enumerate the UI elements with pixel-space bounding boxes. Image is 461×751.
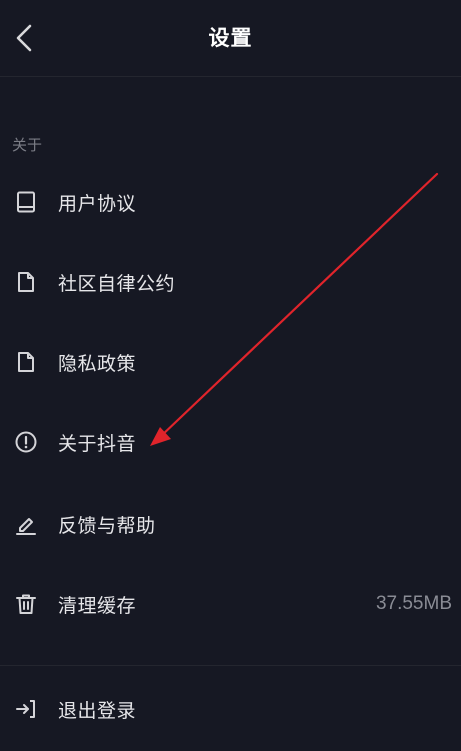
menu-item-label: 关于抖音 (58, 432, 137, 455)
menu-item-privacy-policy[interactable]: 隐私政策 (0, 332, 461, 392)
section-label-about: 关于 (12, 136, 43, 154)
menu-item-logout[interactable]: 退出登录 (0, 679, 461, 739)
document-icon (13, 349, 39, 375)
divider (0, 665, 461, 666)
cache-size-value: 37.55MB (375, 593, 452, 614)
trash-icon (13, 591, 39, 617)
page-title: 设置 (208, 26, 253, 50)
info-icon (13, 429, 39, 455)
menu-item-label: 隐私政策 (58, 352, 137, 375)
menu-item-label: 社区自律公约 (58, 272, 176, 295)
settings-screen: 设置 关于 用户协议 社区自律公约 隐私政策 关于抖音 反馈与帮助 清理缓存 3… (0, 0, 461, 751)
header-bar: 设置 (0, 0, 461, 77)
pencil-icon (13, 511, 39, 537)
menu-item-about-douyin[interactable]: 关于抖音 (0, 412, 461, 472)
menu-item-label: 用户协议 (58, 192, 137, 215)
menu-item-label: 退出登录 (58, 699, 137, 722)
menu-item-community-guidelines[interactable]: 社区自律公约 (0, 252, 461, 312)
menu-item-label: 反馈与帮助 (58, 514, 156, 537)
menu-item-user-agreement[interactable]: 用户协议 (0, 172, 461, 232)
menu-item-clear-cache[interactable]: 清理缓存 37.55MB (0, 574, 461, 634)
document-icon (13, 269, 39, 295)
menu-item-feedback-help[interactable]: 反馈与帮助 (0, 494, 461, 554)
logout-icon (13, 696, 39, 722)
book-icon (13, 189, 39, 215)
menu-item-label: 清理缓存 (58, 594, 137, 617)
